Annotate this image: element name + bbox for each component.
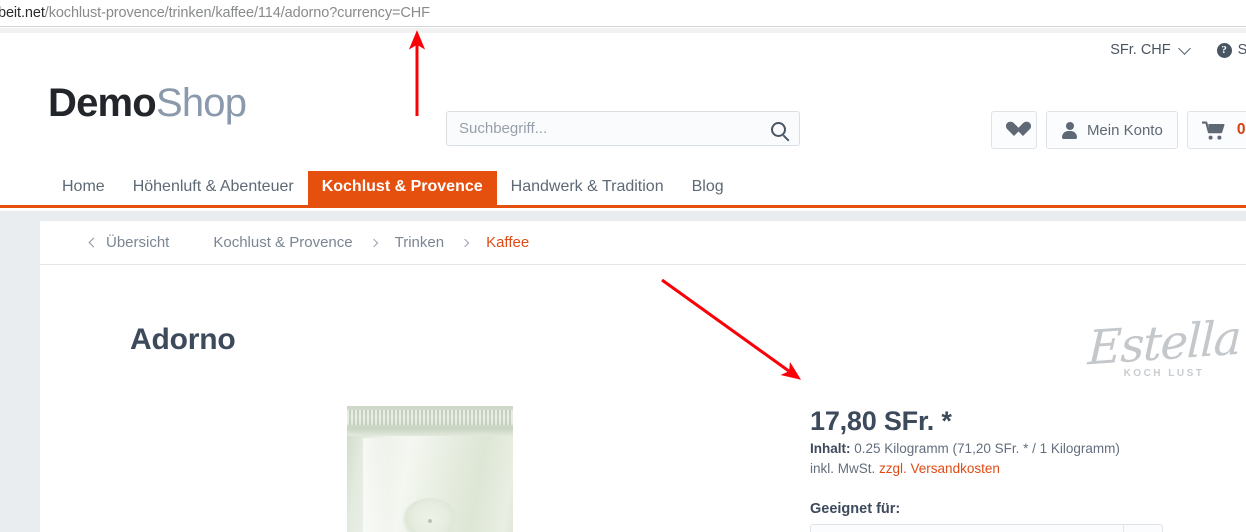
web-page: SFr. CHF ? Service DemoShop: [0, 33, 1246, 532]
nav-item-handwerk-tradition[interactable]: Handwerk & Tradition: [497, 171, 678, 205]
service-label: Service: [1237, 42, 1246, 58]
account-button[interactable]: Mein Konto: [1045, 111, 1178, 149]
tax-note: inkl. MwSt.: [810, 461, 876, 476]
breadcrumb-item-current[interactable]: Kaffee: [486, 234, 529, 251]
cart-button[interactable]: 0,00: [1186, 111, 1246, 149]
search-icon: [770, 121, 786, 137]
price-block: 17,80 SFr. * Inhalt: 0.25 Kilogramm (71,…: [810, 406, 1210, 476]
chevron-right-icon: [369, 238, 378, 247]
site-header: DemoShop Mein Konto: [0, 69, 1246, 149]
cart-amount: 0,00: [1236, 121, 1246, 138]
breadcrumb-back-label: Übersicht: [106, 234, 170, 251]
shopping-cart-icon: [1201, 121, 1225, 140]
account-label: Mein Konto: [1086, 121, 1163, 139]
page-title: Adorno: [130, 323, 236, 356]
product-image[interactable]: [347, 406, 513, 532]
nav-item-hoehenluft-abenteuer[interactable]: Höhenluft & Abenteuer: [119, 171, 308, 205]
search-box[interactable]: [446, 111, 800, 146]
user-icon: [1061, 121, 1078, 139]
pouch-seal: [347, 406, 513, 436]
logo-light-part: Shop: [155, 81, 247, 125]
url-path: /kochlust-provence/trinken/kaffee/114/ad…: [44, 5, 430, 21]
breadcrumb-item-category[interactable]: Kochlust & Provence: [213, 234, 352, 251]
screenshot-root: beit.net/kochlust-provence/trinken/kaffe…: [0, 0, 1246, 532]
url-text: beit.net/kochlust-provence/trinken/kaffe…: [0, 5, 430, 21]
variant-select[interactable]: Bitte wählen: [810, 524, 1163, 532]
product-price: 17,80 SFr. *: [810, 406, 952, 436]
brand-logo: Estella KOCH LUST: [1074, 316, 1246, 402]
breadcrumb-back-link[interactable]: Übersicht: [88, 234, 170, 251]
product-content-info: Inhalt: 0.25 Kilogramm (71,20 SFr. * / 1…: [810, 441, 1210, 456]
content-panel: Übersicht Kochlust & Provence Trinken Ka…: [40, 221, 1246, 532]
currency-selector[interactable]: SFr. CHF: [1110, 41, 1191, 58]
question-circle-icon: ?: [1216, 42, 1232, 58]
shipping-costs-link[interactable]: zzgl. Versandkosten: [879, 461, 1000, 476]
heart-icon: [1005, 122, 1023, 138]
search-input[interactable]: [447, 112, 747, 145]
tax-shipping-note: inkl. MwSt. zzgl. Versandkosten: [810, 461, 1210, 476]
nav-item-blog[interactable]: Blog: [678, 171, 738, 205]
chevron-right-icon: [460, 238, 470, 247]
breadcrumb: Übersicht Kochlust & Provence Trinken Ka…: [40, 221, 1246, 265]
variant-select-arrow[interactable]: [1123, 525, 1162, 532]
pouch-highlight: [363, 438, 389, 532]
main-navigation: Home Höhenluft & Abenteuer Kochlust & Pr…: [0, 170, 1246, 208]
breadcrumb-item-subcategory[interactable]: Trinken: [395, 234, 444, 251]
chevron-left-icon: [88, 237, 99, 248]
header-actions: Mein Konto 0,00: [990, 111, 1246, 149]
content-value: 0.25 Kilogramm (71,20 SFr. * / 1 Kilogra…: [854, 441, 1120, 456]
nav-item-kochlust-provence[interactable]: Kochlust & Provence: [307, 171, 497, 205]
variant-label: Geeignet für:: [810, 501, 901, 517]
site-logo[interactable]: DemoShop: [48, 81, 247, 126]
content-label: Inhalt:: [810, 441, 851, 456]
chevron-down-icon: [1177, 41, 1191, 55]
url-host: beit.net: [0, 5, 45, 21]
browser-url-bar[interactable]: beit.net/kochlust-provence/trinken/kaffe…: [0, 0, 1246, 27]
pouch-valve: [402, 498, 458, 532]
wishlist-button[interactable]: [990, 111, 1037, 149]
nav-item-home[interactable]: Home: [48, 171, 119, 205]
service-menu[interactable]: ? Service: [1216, 42, 1246, 58]
logo-bold-part: Demo: [48, 81, 157, 125]
currency-label: SFr. CHF: [1110, 42, 1171, 58]
search-button[interactable]: [765, 116, 791, 142]
top-utility-bar: SFr. CHF ? Service: [1110, 33, 1246, 67]
coffee-pouch-graphic: [347, 406, 513, 532]
